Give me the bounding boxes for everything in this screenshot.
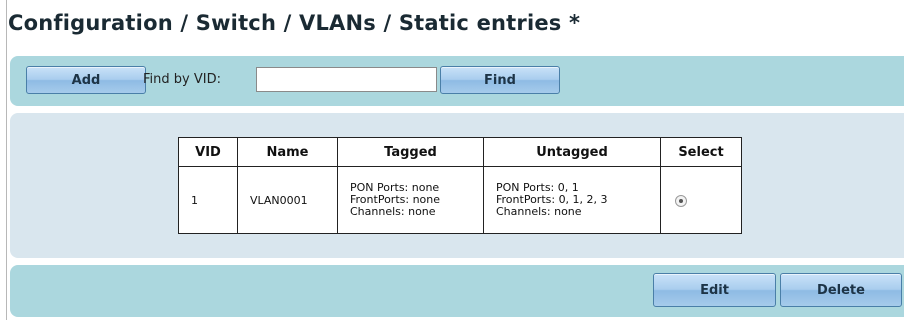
cell-vid: 1 bbox=[178, 166, 238, 234]
column-header-select: Select bbox=[660, 137, 742, 167]
edit-button[interactable]: Edit bbox=[653, 273, 776, 307]
cell-tagged: PON Ports: none FrontPorts: none Channel… bbox=[337, 166, 484, 234]
find-button[interactable]: Find bbox=[440, 66, 560, 94]
find-by-vid-label: Find by VID: bbox=[143, 72, 221, 87]
untagged-channels: Channels: none bbox=[496, 205, 582, 218]
cell-select bbox=[660, 166, 742, 234]
delete-button[interactable]: Delete bbox=[780, 273, 902, 307]
cell-untagged: PON Ports: 0, 1 FrontPorts: 0, 1, 2, 3 C… bbox=[483, 166, 661, 234]
column-header-tagged: Tagged bbox=[337, 137, 484, 167]
cell-name: VLAN0001 bbox=[237, 166, 338, 234]
add-button[interactable]: Add bbox=[26, 66, 146, 94]
page-title: Configuration / Switch / VLANs / Static … bbox=[8, 11, 581, 35]
vlan-table: VID Name Tagged Untagged Select 1 VLAN00… bbox=[178, 137, 742, 234]
table-row: 1 VLAN0001 PON Ports: none FrontPorts: n… bbox=[178, 166, 742, 234]
column-header-vid: VID bbox=[178, 137, 238, 167]
column-header-name: Name bbox=[237, 137, 338, 167]
select-radio[interactable] bbox=[675, 194, 687, 207]
column-header-untagged: Untagged bbox=[483, 137, 661, 167]
find-vid-input[interactable] bbox=[256, 67, 437, 92]
tagged-channels: Channels: none bbox=[350, 205, 436, 218]
table-header-row: VID Name Tagged Untagged Select bbox=[178, 137, 742, 167]
